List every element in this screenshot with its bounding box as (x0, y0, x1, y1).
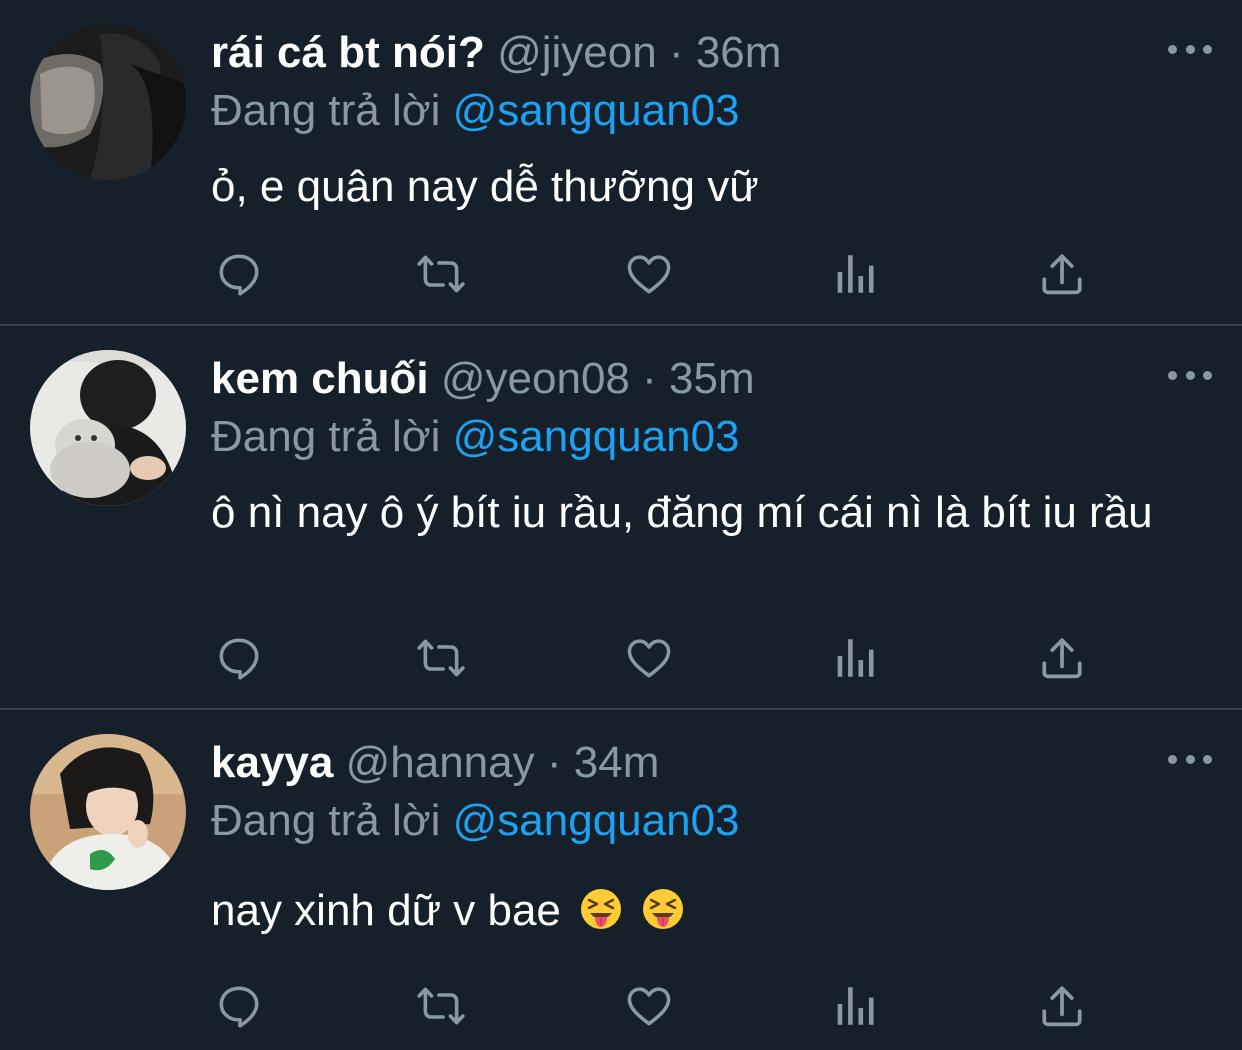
squinting-face-with-tongue-emoji (579, 887, 623, 931)
tweet-text-container: nay xinh dữ v bae (211, 882, 1201, 940)
analytics-icon[interactable] (831, 981, 881, 1031)
like-icon[interactable] (624, 633, 674, 683)
more-icon[interactable] (1168, 34, 1212, 64)
tweet[interactable]: rái cá bt nói? @jiyeon · 36m Đang trả lờ… (0, 0, 1242, 324)
reply-context: Đang trả lời @sangquan03 (211, 794, 740, 848)
action-bar (211, 633, 1091, 683)
squinting-face-with-tongue-emoji (641, 887, 685, 931)
share-icon[interactable] (1037, 633, 1087, 683)
display-name[interactable]: kayya (211, 738, 333, 787)
timestamp[interactable]: 35m (669, 354, 755, 403)
reply-mention-link[interactable]: @sangquan03 (453, 796, 740, 845)
avatar[interactable] (30, 24, 186, 180)
tweet-text: ỏ, e quân nay dễ thưỡng vữ (211, 162, 759, 211)
avatar[interactable] (30, 350, 186, 506)
reply-icon[interactable] (214, 249, 264, 299)
timestamp[interactable]: 34m (574, 738, 660, 787)
reply-context: Đang trả lời @sangquan03 (211, 84, 740, 138)
reply-prefix: Đang trả lời (211, 412, 441, 461)
share-icon[interactable] (1037, 981, 1087, 1031)
reply-mention-link[interactable]: @sangquan03 (453, 412, 740, 461)
like-icon[interactable] (624, 981, 674, 1031)
tweet[interactable]: kayya @hannay · 34m Đang trả lời @sangqu… (0, 710, 1242, 1050)
retweet-icon[interactable] (416, 981, 466, 1031)
reply-context: Đang trả lời @sangquan03 (211, 410, 740, 464)
analytics-icon[interactable] (831, 249, 881, 299)
display-name[interactable]: rái cá bt nói? (211, 28, 485, 77)
reply-icon[interactable] (214, 633, 264, 683)
action-bar (211, 249, 1091, 299)
separator-dot: · (642, 354, 657, 403)
reply-mention-link[interactable]: @sangquan03 (453, 86, 740, 135)
user-handle[interactable]: @jiyeon (497, 28, 657, 77)
timestamp[interactable]: 36m (696, 28, 782, 77)
tweet[interactable]: kem chuối @yeon08 · 35m Đang trả lời @sa… (0, 326, 1242, 708)
separator-dot: · (668, 28, 684, 77)
reply-prefix: Đang trả lời (211, 86, 441, 135)
action-bar (211, 981, 1091, 1031)
tweet-text: ô nì nay ô ý bít iu rầu, đăng mí cái nì … (211, 488, 1153, 537)
analytics-icon[interactable] (831, 633, 881, 683)
user-handle[interactable]: @yeon08 (441, 354, 630, 403)
like-icon[interactable] (624, 249, 674, 299)
retweet-icon[interactable] (416, 633, 466, 683)
user-handle[interactable]: @hannay (346, 738, 535, 787)
reply-icon[interactable] (214, 981, 264, 1031)
separator-dot: · (546, 738, 562, 787)
display-name[interactable]: kem chuối (211, 354, 429, 403)
avatar[interactable] (30, 734, 186, 890)
retweet-icon[interactable] (416, 249, 466, 299)
share-icon[interactable] (1037, 249, 1087, 299)
reply-prefix: Đang trả lời (211, 796, 441, 845)
tweet-text: nay xinh dữ v bae (211, 886, 561, 935)
more-icon[interactable] (1168, 744, 1212, 774)
more-icon[interactable] (1168, 360, 1212, 390)
